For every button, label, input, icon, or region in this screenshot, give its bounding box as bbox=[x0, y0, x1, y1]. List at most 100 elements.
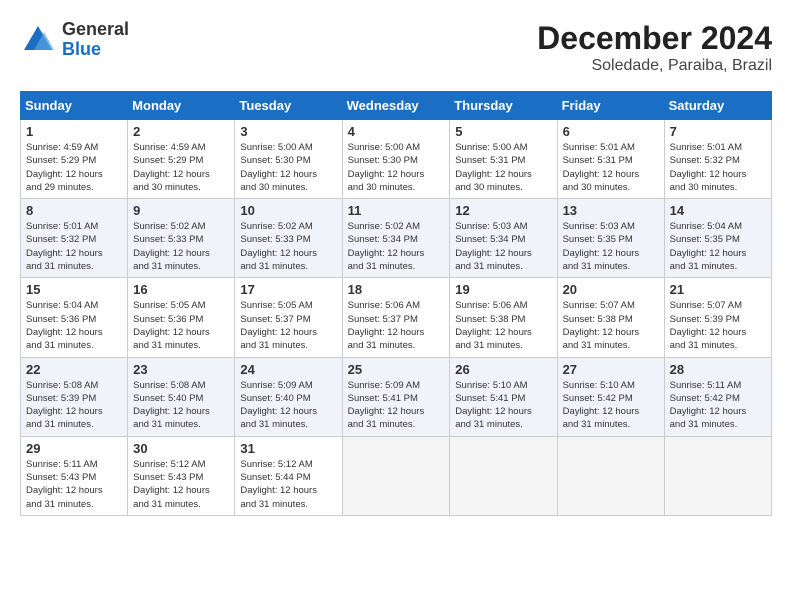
calendar-cell: 7 Sunrise: 5:01 AM Sunset: 5:32 PM Daylig… bbox=[664, 120, 771, 199]
calendar-cell: 3 Sunrise: 5:00 AM Sunset: 5:30 PM Daylig… bbox=[235, 120, 342, 199]
day-info: Sunrise: 5:04 AM Sunset: 5:35 PM Dayligh… bbox=[670, 220, 766, 273]
calendar-cell: 24Sunrise: 5:09 AM Sunset: 5:40 PM Dayli… bbox=[235, 357, 342, 436]
day-number: 12 bbox=[455, 203, 551, 218]
day-number: 24 bbox=[240, 362, 336, 377]
page-header: General Blue December 2024 Soledade, Par… bbox=[20, 20, 772, 75]
day-info: Sunrise: 5:08 AM Sunset: 5:39 PM Dayligh… bbox=[26, 379, 122, 432]
day-number: 14 bbox=[670, 203, 766, 218]
day-info: Sunrise: 5:12 AM Sunset: 5:43 PM Dayligh… bbox=[133, 458, 229, 511]
day-number: 2 bbox=[133, 124, 229, 139]
day-info: Sunrise: 5:01 AM Sunset: 5:31 PM Dayligh… bbox=[563, 141, 659, 194]
day-info: Sunrise: 5:04 AM Sunset: 5:36 PM Dayligh… bbox=[26, 299, 122, 352]
day-info: Sunrise: 5:00 AM Sunset: 5:30 PM Dayligh… bbox=[348, 141, 445, 194]
day-info: Sunrise: 5:06 AM Sunset: 5:38 PM Dayligh… bbox=[455, 299, 551, 352]
day-number: 15 bbox=[26, 282, 122, 297]
calendar-cell: 16Sunrise: 5:05 AM Sunset: 5:36 PM Dayli… bbox=[128, 278, 235, 357]
day-number: 13 bbox=[563, 203, 659, 218]
day-info: Sunrise: 5:05 AM Sunset: 5:37 PM Dayligh… bbox=[240, 299, 336, 352]
column-header-thursday: Thursday bbox=[450, 92, 557, 120]
day-info: Sunrise: 5:00 AM Sunset: 5:30 PM Dayligh… bbox=[240, 141, 336, 194]
logo-text: General Blue bbox=[62, 20, 129, 60]
day-number: 10 bbox=[240, 203, 336, 218]
day-info: Sunrise: 5:10 AM Sunset: 5:42 PM Dayligh… bbox=[563, 379, 659, 432]
day-info: Sunrise: 5:11 AM Sunset: 5:42 PM Dayligh… bbox=[670, 379, 766, 432]
calendar-cell: 4 Sunrise: 5:00 AM Sunset: 5:30 PM Daylig… bbox=[342, 120, 450, 199]
day-info: Sunrise: 5:09 AM Sunset: 5:41 PM Dayligh… bbox=[348, 379, 445, 432]
day-info: Sunrise: 5:12 AM Sunset: 5:44 PM Dayligh… bbox=[240, 458, 336, 511]
day-number: 18 bbox=[348, 282, 445, 297]
calendar-cell: 6 Sunrise: 5:01 AM Sunset: 5:31 PM Daylig… bbox=[557, 120, 664, 199]
day-info: Sunrise: 5:10 AM Sunset: 5:41 PM Dayligh… bbox=[455, 379, 551, 432]
column-header-wednesday: Wednesday bbox=[342, 92, 450, 120]
calendar-cell: 18 Sunrise: 5:06 AM Sunset: 5:37 PM Dayli… bbox=[342, 278, 450, 357]
month-title: December 2024 bbox=[537, 20, 772, 57]
calendar-cell: 9 Sunrise: 5:02 AM Sunset: 5:33 PM Daylig… bbox=[128, 199, 235, 278]
day-number: 7 bbox=[670, 124, 766, 139]
calendar-cell: 26 Sunrise: 5:10 AM Sunset: 5:41 PM Dayli… bbox=[450, 357, 557, 436]
calendar-cell: 21 Sunrise: 5:07 AM Sunset: 5:39 PM Dayli… bbox=[664, 278, 771, 357]
day-number: 19 bbox=[455, 282, 551, 297]
calendar-cell bbox=[557, 436, 664, 515]
day-info: Sunrise: 5:06 AM Sunset: 5:37 PM Dayligh… bbox=[348, 299, 445, 352]
day-info: Sunrise: 4:59 AM Sunset: 5:29 PM Dayligh… bbox=[26, 141, 122, 194]
day-info: Sunrise: 5:08 AM Sunset: 5:40 PM Dayligh… bbox=[133, 379, 229, 432]
calendar-week-row: 22 Sunrise: 5:08 AM Sunset: 5:39 PM Dayli… bbox=[21, 357, 772, 436]
day-info: Sunrise: 5:00 AM Sunset: 5:31 PM Dayligh… bbox=[455, 141, 551, 194]
day-number: 6 bbox=[563, 124, 659, 139]
calendar-cell: 20Sunrise: 5:07 AM Sunset: 5:38 PM Dayli… bbox=[557, 278, 664, 357]
day-number: 28 bbox=[670, 362, 766, 377]
day-info: Sunrise: 5:01 AM Sunset: 5:32 PM Dayligh… bbox=[26, 220, 122, 273]
day-number: 9 bbox=[133, 203, 229, 218]
calendar-cell: 8 Sunrise: 5:01 AM Sunset: 5:32 PM Daylig… bbox=[21, 199, 128, 278]
day-number: 31 bbox=[240, 441, 336, 456]
location: Soledade, Paraiba, Brazil bbox=[537, 57, 772, 75]
day-number: 8 bbox=[26, 203, 122, 218]
logo-icon bbox=[20, 22, 56, 58]
day-info: Sunrise: 5:01 AM Sunset: 5:32 PM Dayligh… bbox=[670, 141, 766, 194]
calendar-header-row: SundayMondayTuesdayWednesdayThursdayFrid… bbox=[21, 92, 772, 120]
day-number: 26 bbox=[455, 362, 551, 377]
day-info: Sunrise: 5:02 AM Sunset: 5:33 PM Dayligh… bbox=[133, 220, 229, 273]
calendar-cell: 30Sunrise: 5:12 AM Sunset: 5:43 PM Dayli… bbox=[128, 436, 235, 515]
day-info: Sunrise: 5:07 AM Sunset: 5:39 PM Dayligh… bbox=[670, 299, 766, 352]
day-number: 5 bbox=[455, 124, 551, 139]
day-number: 4 bbox=[348, 124, 445, 139]
day-info: Sunrise: 5:11 AM Sunset: 5:43 PM Dayligh… bbox=[26, 458, 122, 511]
logo: General Blue bbox=[20, 20, 129, 60]
calendar-cell: 31 Sunrise: 5:12 AM Sunset: 5:44 PM Dayli… bbox=[235, 436, 342, 515]
calendar-cell bbox=[342, 436, 450, 515]
day-number: 21 bbox=[670, 282, 766, 297]
title-block: December 2024 Soledade, Paraiba, Brazil bbox=[537, 20, 772, 75]
column-header-tuesday: Tuesday bbox=[235, 92, 342, 120]
logo-general: General bbox=[62, 20, 129, 40]
calendar-cell: 1 Sunrise: 4:59 AM Sunset: 5:29 PM Daylig… bbox=[21, 120, 128, 199]
day-number: 27 bbox=[563, 362, 659, 377]
logo-blue: Blue bbox=[62, 40, 129, 60]
day-number: 22 bbox=[26, 362, 122, 377]
day-info: Sunrise: 5:02 AM Sunset: 5:34 PM Dayligh… bbox=[348, 220, 445, 273]
day-info: Sunrise: 5:03 AM Sunset: 5:34 PM Dayligh… bbox=[455, 220, 551, 273]
day-number: 3 bbox=[240, 124, 336, 139]
calendar-week-row: 8 Sunrise: 5:01 AM Sunset: 5:32 PM Daylig… bbox=[21, 199, 772, 278]
day-number: 16 bbox=[133, 282, 229, 297]
calendar-cell: 5 Sunrise: 5:00 AM Sunset: 5:31 PM Daylig… bbox=[450, 120, 557, 199]
calendar-cell: 10Sunrise: 5:02 AM Sunset: 5:33 PM Dayli… bbox=[235, 199, 342, 278]
calendar-cell: 14 Sunrise: 5:04 AM Sunset: 5:35 PM Dayli… bbox=[664, 199, 771, 278]
calendar-table: SundayMondayTuesdayWednesdayThursdayFrid… bbox=[20, 91, 772, 516]
day-number: 29 bbox=[26, 441, 122, 456]
calendar-cell: 17Sunrise: 5:05 AM Sunset: 5:37 PM Dayli… bbox=[235, 278, 342, 357]
calendar-cell: 12 Sunrise: 5:03 AM Sunset: 5:34 PM Dayli… bbox=[450, 199, 557, 278]
calendar-cell: 19 Sunrise: 5:06 AM Sunset: 5:38 PM Dayli… bbox=[450, 278, 557, 357]
calendar-cell: 15 Sunrise: 5:04 AM Sunset: 5:36 PM Dayli… bbox=[21, 278, 128, 357]
day-info: Sunrise: 4:59 AM Sunset: 5:29 PM Dayligh… bbox=[133, 141, 229, 194]
calendar-cell: 11 Sunrise: 5:02 AM Sunset: 5:34 PM Dayli… bbox=[342, 199, 450, 278]
day-number: 1 bbox=[26, 124, 122, 139]
calendar-cell: 25 Sunrise: 5:09 AM Sunset: 5:41 PM Dayli… bbox=[342, 357, 450, 436]
calendar-cell: 22 Sunrise: 5:08 AM Sunset: 5:39 PM Dayli… bbox=[21, 357, 128, 436]
calendar-week-row: 1 Sunrise: 4:59 AM Sunset: 5:29 PM Daylig… bbox=[21, 120, 772, 199]
calendar-week-row: 29 Sunrise: 5:11 AM Sunset: 5:43 PM Dayli… bbox=[21, 436, 772, 515]
day-number: 11 bbox=[348, 203, 445, 218]
column-header-monday: Monday bbox=[128, 92, 235, 120]
day-number: 25 bbox=[348, 362, 445, 377]
day-number: 23 bbox=[133, 362, 229, 377]
